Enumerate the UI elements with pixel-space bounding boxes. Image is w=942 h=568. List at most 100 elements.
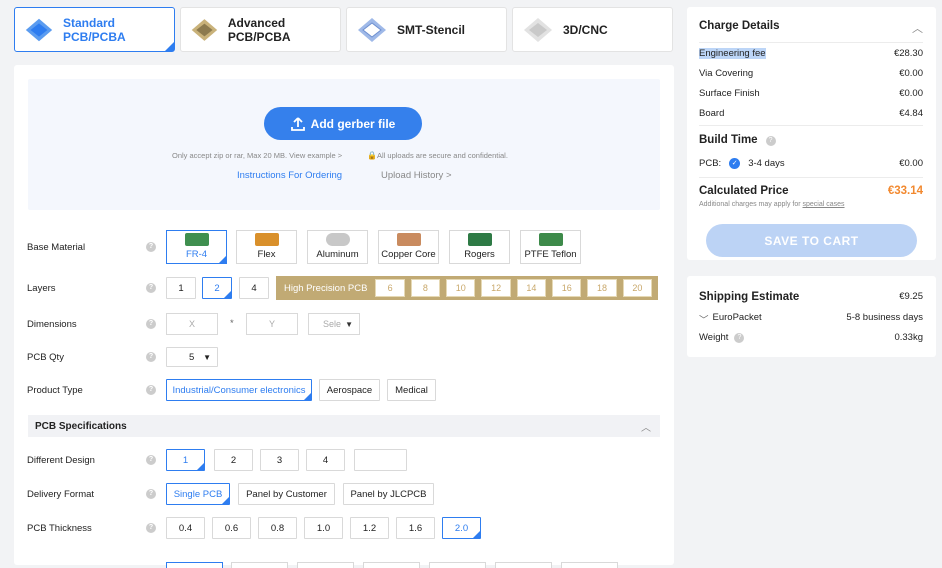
unit-select[interactable]: Sele ▼: [308, 313, 360, 335]
dimension-y-input[interactable]: Y: [246, 313, 298, 335]
advanced-pcb-icon: [191, 18, 218, 41]
color-option[interactable]: [166, 562, 223, 568]
thickness-option[interactable]: 1.0: [304, 517, 343, 539]
tab-advanced-pcb[interactable]: Advanced PCB/PCBA: [180, 7, 341, 52]
hp-layer-option[interactable]: 10: [446, 279, 476, 297]
add-gerber-button[interactable]: Add gerber file: [264, 107, 422, 140]
design-custom-input[interactable]: [354, 449, 407, 471]
help-icon[interactable]: ?: [765, 136, 776, 146]
thickness-option[interactable]: 2.0: [442, 517, 481, 539]
product-type-medical[interactable]: Medical: [387, 379, 436, 401]
design-option-3[interactable]: 3: [260, 449, 299, 471]
charge-details-title: Charge Details: [699, 20, 780, 32]
tab-label: Standard PCB/PCBA: [62, 15, 126, 44]
material-label: FR-4: [185, 249, 208, 260]
fr4-image: [184, 233, 209, 246]
divider: [699, 42, 923, 43]
color-option[interactable]: [363, 562, 420, 568]
price-note: Additional charges may apply for: [699, 201, 803, 208]
material-rogers[interactable]: Rogers: [449, 230, 510, 264]
color-option[interactable]: [429, 562, 486, 568]
thickness-option[interactable]: 0.4: [166, 517, 205, 539]
tab-smt-stencil[interactable]: SMT-Stencil: [346, 7, 507, 52]
material-ptfe-teflon[interactable]: PTFE Teflon: [520, 230, 581, 264]
help-icon[interactable]: ?: [146, 455, 156, 465]
build-option[interactable]: PCB: ✓ 3-4 days: [699, 158, 785, 169]
hp-layer-option[interactable]: 6: [375, 279, 405, 297]
upload-secure-note: All uploads are secure and confidential.: [377, 151, 508, 160]
chevron-up-icon[interactable]: ︿: [912, 20, 923, 36]
special-cases-link[interactable]: special cases: [803, 201, 845, 208]
material-label: Aluminum: [316, 249, 359, 260]
option-label: 1: [178, 282, 184, 294]
product-type-aerospace[interactable]: Aerospace: [319, 379, 380, 401]
pcb-qty-select[interactable]: 5 ▼: [166, 347, 218, 367]
layer-option-1[interactable]: 1: [166, 277, 196, 299]
option-label: Panel by JLCPCB: [350, 488, 427, 500]
option-label: Panel by Customer: [246, 488, 327, 500]
material-fr4[interactable]: FR-4: [166, 230, 227, 264]
help-icon[interactable]: ?: [146, 319, 156, 329]
help-icon[interactable]: ?: [146, 489, 156, 499]
color-option[interactable]: [495, 562, 552, 568]
y-placeholder: Y: [268, 319, 275, 329]
color-option[interactable]: [231, 562, 288, 568]
base-material-label: Base Material: [27, 242, 86, 253]
via-covering-label: Via Covering: [699, 68, 754, 79]
design-option-4[interactable]: 4: [306, 449, 345, 471]
upload-history-link[interactable]: Upload History >: [381, 170, 452, 181]
delivery-single-pcb[interactable]: Single PCB: [166, 483, 230, 505]
shipping-method-select[interactable]: ﹀ EuroPacket: [699, 312, 762, 326]
chevron-up-icon[interactable]: ︿: [641, 419, 651, 434]
material-flex[interactable]: Flex: [236, 230, 297, 264]
color-option[interactable]: [297, 562, 354, 568]
hp-layer-option[interactable]: 8: [410, 279, 441, 297]
shipping-method: EuroPacket: [712, 312, 762, 323]
selected-corner: [222, 497, 229, 504]
delivery-panel-by-customer[interactable]: Panel by Customer: [238, 483, 335, 505]
charge-details-panel: Charge Details ︿ Engineering fee €28.30 Vi…: [687, 7, 936, 260]
hp-layer-option[interactable]: 16: [552, 279, 582, 297]
tab-standard-pcb[interactable]: Standard PCB/PCBA: [14, 7, 175, 52]
aluminum-image: [325, 233, 350, 246]
tab-label: Advanced PCB/PCBA: [227, 15, 291, 44]
delivery-panel-by-jlcpcb[interactable]: Panel by JLCPCB: [343, 483, 434, 505]
option-label: 1: [182, 454, 189, 466]
pcb-build-label: PCB:: [699, 158, 722, 169]
x-placeholder: X: [188, 319, 195, 329]
material-copper-core[interactable]: Copper Core: [378, 230, 439, 264]
hp-layer-option[interactable]: 20: [622, 279, 653, 297]
help-icon[interactable]: ?: [146, 352, 156, 362]
save-to-cart-button[interactable]: SAVE TO CART: [706, 224, 917, 257]
hp-layer-option[interactable]: 12: [481, 279, 511, 297]
help-icon[interactable]: ?: [734, 332, 745, 343]
design-option-1[interactable]: 1: [166, 449, 205, 471]
thickness-option[interactable]: 1.6: [396, 517, 435, 539]
product-type-industrial[interactable]: Industrial/Consumer electronics: [166, 379, 312, 401]
dimension-x-input[interactable]: X: [166, 313, 218, 335]
selected-corner: [219, 256, 226, 263]
layer-option-4[interactable]: 4: [239, 277, 269, 299]
thickness-option[interactable]: 0.6: [212, 517, 251, 539]
help-icon[interactable]: ?: [146, 242, 156, 252]
help-icon[interactable]: ?: [146, 523, 156, 533]
design-option-2[interactable]: 2: [214, 449, 253, 471]
copper-core-image: [396, 233, 421, 246]
hp-layer-option[interactable]: 14: [516, 279, 547, 297]
option-label: 1.0: [316, 522, 331, 534]
tab-3d-cnc[interactable]: 3D/CNC: [512, 7, 673, 52]
material-label: Rogers: [464, 249, 495, 260]
color-option[interactable]: [561, 562, 618, 568]
hp-layer-option[interactable]: 18: [587, 279, 617, 297]
upload-area[interactable]: Add gerber file Only accept zip or rar, …: [28, 79, 660, 210]
help-icon[interactable]: ?: [146, 385, 156, 395]
thickness-option[interactable]: 1.2: [350, 517, 389, 539]
layer-option-2[interactable]: 2: [202, 277, 232, 299]
help-icon[interactable]: ?: [146, 283, 156, 293]
thickness-option[interactable]: 0.8: [258, 517, 297, 539]
material-aluminum[interactable]: Aluminum: [307, 230, 368, 264]
pcb-specifications-header[interactable]: PCB Specifications ︿: [28, 415, 660, 437]
option-label: 2.0: [454, 522, 469, 534]
instructions-link[interactable]: Instructions For Ordering: [237, 170, 342, 181]
material-label: Flex: [257, 249, 276, 260]
